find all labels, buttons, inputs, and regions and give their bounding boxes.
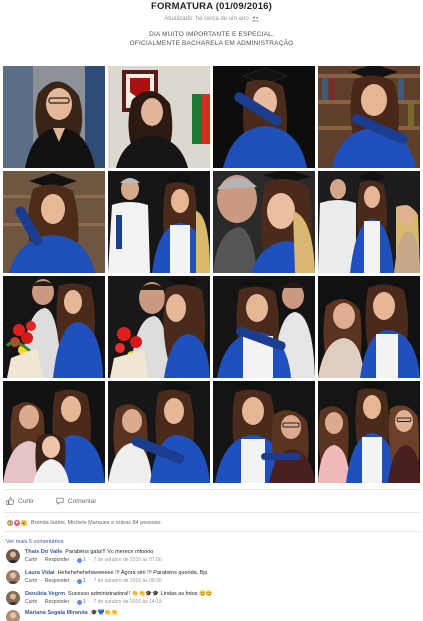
like-dot-icon xyxy=(77,578,83,584)
photo-6[interactable] xyxy=(108,171,210,273)
divider-top xyxy=(4,489,419,490)
photo-16[interactable] xyxy=(318,381,420,483)
comment-like-link[interactable]: Curtir xyxy=(25,557,37,565)
photo-14[interactable] xyxy=(108,381,210,483)
comment-like-count[interactable]: 1 xyxy=(77,557,86,565)
photo-1[interactable] xyxy=(3,66,105,168)
comment: Laura Vidal Hehehehehehéeeeeee !!! Agora … xyxy=(6,570,416,585)
view-more-comments-link[interactable]: Ver mais 5 comentários xyxy=(6,539,63,545)
photo-7[interactable] xyxy=(213,171,315,273)
comment-author[interactable]: Denúbia Vegrm xyxy=(25,591,65,597)
thumbs-up-icon xyxy=(6,497,14,505)
photo-2[interactable] xyxy=(108,66,210,168)
comment-icon xyxy=(56,497,64,505)
album-description-line2: OFICIALMENTE BACHARELA EM ADMINISTRAÇÃO xyxy=(129,39,294,47)
divider-middle xyxy=(4,512,419,513)
album-description-line1: DIA MUITO IMPORTANTE E ESPECIAL. xyxy=(149,31,274,38)
divider-bottom xyxy=(4,531,419,532)
photo-grid xyxy=(3,66,420,483)
avatar[interactable] xyxy=(6,570,20,584)
comment-like-count[interactable]: 1 xyxy=(77,599,86,607)
photo-4[interactable] xyxy=(318,66,420,168)
photo-15[interactable] xyxy=(213,381,315,483)
comment-author[interactable]: Laura Vidal xyxy=(25,570,55,576)
like-dot-icon xyxy=(77,599,83,605)
comment-text: Parabéns gata!!! Vc merece mtoooo xyxy=(65,549,154,555)
photo-8[interactable] xyxy=(318,171,420,273)
comment-reply-link[interactable]: Responder xyxy=(45,557,69,565)
like-button[interactable]: Curtir xyxy=(6,497,34,505)
comment: Denúbia Vegrm Sucesso administradora!! 👏👏… xyxy=(6,591,416,606)
like-label: Curtir xyxy=(18,497,34,505)
post-actions: Curtir Comentar xyxy=(6,497,96,505)
comment-label: Comentar xyxy=(67,497,97,505)
avatar[interactable] xyxy=(6,610,20,621)
photo-3[interactable] xyxy=(213,66,315,168)
comment-author[interactable]: Thaís Do Valle xyxy=(25,549,62,555)
comment-reply-link[interactable]: Responder xyxy=(45,599,69,607)
comment-timestamp[interactable]: 7 de outubro de 2016 às 07:00 xyxy=(94,557,162,565)
album-header: FORMATURA (01/09/2016) Atualizado: há ce… xyxy=(0,0,423,48)
photo-10[interactable] xyxy=(108,276,210,378)
comment-text: Sucesso administradora!! 👏👏🎓🎓 Lindas as … xyxy=(68,591,213,597)
album-title: FORMATURA (01/09/2016) xyxy=(150,1,273,12)
avatar[interactable] xyxy=(6,591,20,605)
photo-9[interactable] xyxy=(3,276,105,378)
album-updated-text: Atualizado: há cerca de um ano xyxy=(164,16,249,22)
photo-11[interactable] xyxy=(213,276,315,378)
reactions-text: Brenda Isaimi, Michele Marques e outras … xyxy=(31,520,161,526)
comment-text: 🎓💙👏👏 xyxy=(90,610,119,616)
wow-reaction-icon: 😮 xyxy=(20,519,28,527)
avatar[interactable] xyxy=(6,549,20,563)
album-updated: Atualizado: há cerca de um ano xyxy=(0,16,423,22)
comment-text: Hehehehehehéeeeeee !!! Agora sim !!! Par… xyxy=(57,570,208,576)
album-description: DIA MUITO IMPORTANTE E ESPECIAL. OFICIAL… xyxy=(0,31,423,48)
friends-icon xyxy=(251,16,259,22)
comment-like-link[interactable]: Curtir xyxy=(25,599,37,607)
comment-like-count[interactable]: 1 xyxy=(77,578,86,586)
comment-author[interactable]: Mariana Segala Miranda xyxy=(25,610,88,616)
photo-5[interactable] xyxy=(3,171,105,273)
comment-timestamp[interactable]: 7 de outubro de 2016 às 14:19 xyxy=(94,599,162,607)
like-dot-icon xyxy=(77,557,83,563)
photo-12[interactable] xyxy=(318,276,420,378)
comment-timestamp[interactable]: 7 de outubro de 2016 às 09:30 xyxy=(94,578,162,586)
comment: Thaís Do Valle Parabéns gata!!! Vc merece… xyxy=(6,549,416,564)
comment-like-link[interactable]: Curtir xyxy=(25,578,37,586)
comment-button[interactable]: Comentar xyxy=(56,497,97,505)
photo-13[interactable] xyxy=(3,381,105,483)
comment: Mariana Segala Miranda 🎓💙👏👏 xyxy=(6,610,416,621)
comment-reply-link[interactable]: Responder xyxy=(45,578,69,586)
reactions-summary[interactable]: 👍 ♥ 😮 Brenda Isaimi, Michele Marques e o… xyxy=(6,519,161,527)
